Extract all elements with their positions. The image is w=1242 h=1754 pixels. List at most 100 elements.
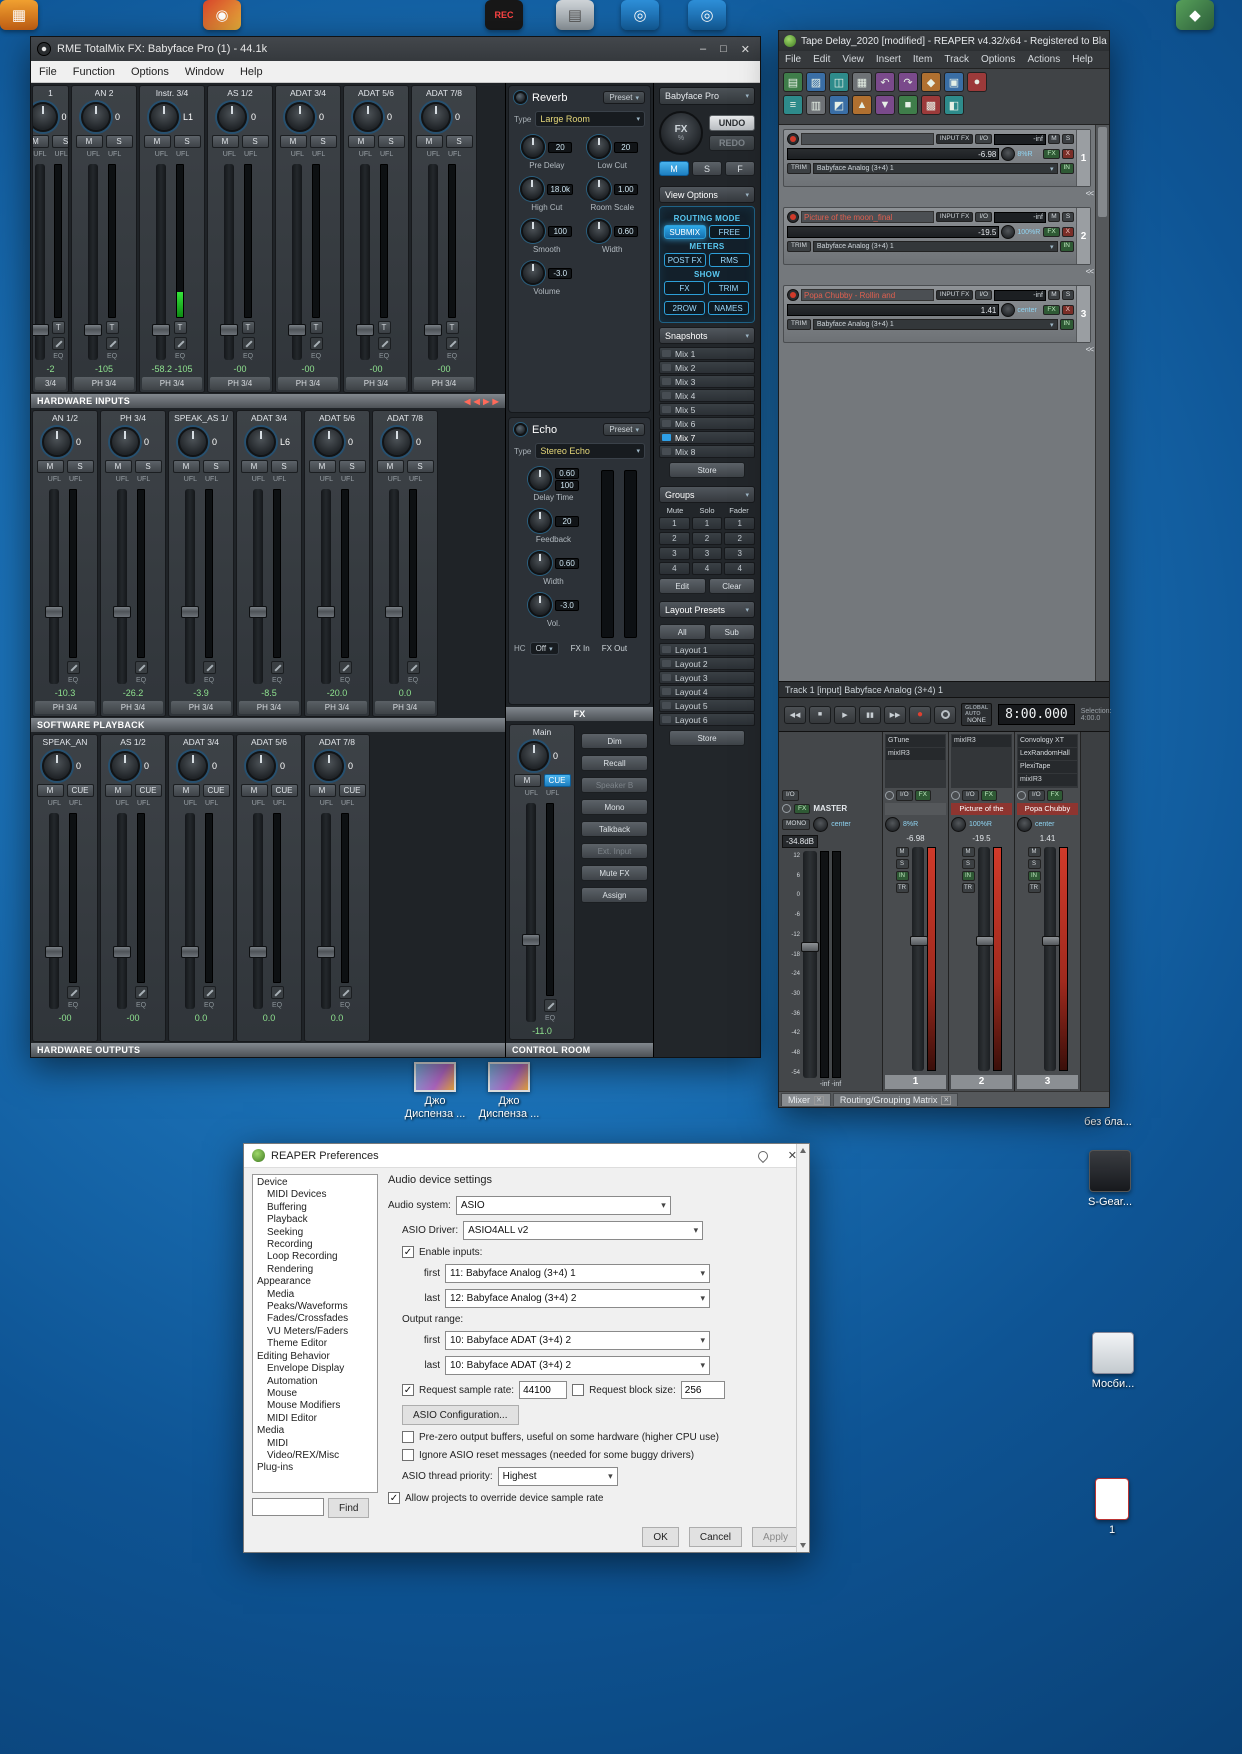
fader-handle[interactable]: [975, 936, 994, 947]
control-room-button[interactable]: Mono: [581, 799, 648, 815]
block-size-input[interactable]: [680, 1381, 725, 1399]
toolbar-button[interactable]: ▨: [806, 72, 826, 92]
volume-fader[interactable]: -19.5: [787, 226, 1000, 238]
fx-button[interactable]: FX: [1043, 226, 1060, 238]
layout-preset-item[interactable]: Layout 1: [659, 643, 755, 656]
mute-button[interactable]: M: [172, 784, 200, 798]
mute-button[interactable]: M: [143, 135, 171, 148]
echo-type-select[interactable]: Stereo Echo ▾: [535, 443, 645, 459]
preferences-category[interactable]: Editing Behavior: [255, 1351, 361, 1363]
preferences-category[interactable]: Playback: [255, 1214, 361, 1226]
strip-fader[interactable]: [1041, 846, 1060, 1071]
snapshot-item[interactable]: Mix 2: [659, 361, 755, 374]
echo-preset-button[interactable]: Preset ▾: [603, 423, 645, 436]
channel-fader[interactable]: [181, 813, 199, 1010]
all-button[interactable]: All: [659, 624, 706, 640]
fader-handle[interactable]: [356, 324, 374, 337]
fx-button[interactable]: FX: [1043, 148, 1060, 160]
output-assignment[interactable]: PH 3/4: [278, 376, 338, 390]
settings-icon[interactable]: [134, 986, 148, 1000]
gain-knob[interactable]: [217, 102, 247, 132]
input-fx-button[interactable]: INPUT FX: [935, 133, 974, 145]
fader-handle[interactable]: [181, 606, 199, 619]
master-strip[interactable]: I/O FX MASTER MONO center -34.8dB 12 6 0 -6 -1…: [779, 732, 883, 1091]
control-room-button[interactable]: Mute FX: [581, 865, 648, 881]
settings-icon[interactable]: [309, 336, 323, 350]
toolbar-button[interactable]: ▩: [921, 95, 941, 115]
gain-knob[interactable]: [353, 102, 383, 132]
cue-button[interactable]: CUE: [338, 784, 366, 798]
solo-button[interactable]: S: [202, 459, 230, 473]
groups-header[interactable]: Groups ▾: [659, 486, 755, 503]
mute-button[interactable]: M: [104, 784, 132, 798]
echo-enable-icon[interactable]: [514, 423, 527, 436]
desktop-item[interactable]: Мосби...: [1078, 1332, 1148, 1390]
preferences-category[interactable]: Buffering: [255, 1202, 361, 1214]
monitor-button[interactable]: IN: [1027, 870, 1041, 881]
solo-button[interactable]: S: [961, 858, 975, 869]
desktop-icon[interactable]: REC: [485, 0, 523, 30]
clear-button[interactable]: Clear: [708, 578, 755, 594]
desktop-icon[interactable]: ◉: [203, 0, 241, 30]
master-fader[interactable]: [801, 851, 819, 1078]
channel-fader[interactable]: [317, 488, 335, 685]
pan-knob[interactable]: [885, 816, 900, 832]
mute-button[interactable]: M: [1048, 133, 1060, 145]
fader-handle[interactable]: [45, 606, 63, 619]
last-input-select[interactable]: 12: Babyface Analog (3+4) 2: [445, 1289, 710, 1308]
pan-knob[interactable]: [951, 816, 966, 832]
mixer-strip-3[interactable]: Convology XT LexRandomHall PlexiTape mixIR3…: [1015, 732, 1081, 1091]
asio-configuration-button[interactable]: ASIO Configuration...: [402, 1405, 519, 1425]
transport-button[interactable]: ■: [809, 705, 831, 724]
channel-fader[interactable]: [33, 164, 49, 360]
fx-knob[interactable]: [521, 219, 546, 243]
mute-button[interactable]: M: [36, 459, 64, 473]
group-button[interactable]: 2: [659, 532, 690, 545]
monitor-button[interactable]: IN: [1059, 241, 1074, 252]
section-bar-software-playback[interactable]: SOFTWARE PLAYBACK: [31, 718, 505, 733]
channel-fader[interactable]: [84, 164, 102, 360]
channel-fader[interactable]: [45, 488, 63, 685]
settings-icon[interactable]: [66, 986, 80, 1000]
group-button[interactable]: 1: [691, 517, 723, 530]
gain-knob[interactable]: [33, 102, 58, 132]
gain-knob[interactable]: [42, 751, 72, 782]
solo-button[interactable]: S: [134, 459, 162, 473]
fx-knob[interactable]: [528, 509, 552, 533]
gain-knob[interactable]: [110, 751, 140, 782]
power-icon[interactable]: [1017, 790, 1026, 800]
toolbar-button[interactable]: ●: [967, 72, 987, 92]
group-button[interactable]: 4: [691, 562, 723, 575]
power-icon[interactable]: [951, 790, 960, 800]
gain-knob[interactable]: [285, 102, 315, 132]
first-input-select[interactable]: 11: Babyface Analog (3+4) 1: [445, 1264, 710, 1283]
routing-mode-button[interactable]: SUBMIX: [664, 225, 706, 239]
toolbar-button[interactable]: ↷: [898, 72, 918, 92]
gain-knob[interactable]: [178, 426, 208, 457]
solo-button[interactable]: S: [445, 135, 473, 148]
gain-knob[interactable]: [314, 426, 344, 457]
preferences-category[interactable]: Device: [255, 1177, 361, 1189]
desktop-file[interactable]: Джо Диспенза ...: [478, 1062, 540, 1120]
preferences-category[interactable]: Theme Editor: [255, 1338, 361, 1350]
solo-button[interactable]: S: [895, 858, 909, 869]
menu-item[interactable]: Help: [1066, 54, 1099, 65]
fx-knob[interactable]: [528, 551, 552, 575]
maximize-button[interactable]: □: [720, 43, 727, 56]
preferences-category[interactable]: VU Meters/Faders: [255, 1326, 361, 1338]
io-button[interactable]: I/O: [782, 790, 799, 801]
sample-rate-input[interactable]: [519, 1381, 568, 1399]
request-sample-rate-checkbox[interactable]: [402, 1384, 414, 1396]
channel-fader[interactable]: [249, 813, 267, 1010]
snapshots-header[interactable]: Snapshots ▾: [659, 327, 755, 344]
preferences-category[interactable]: MIDI Editor: [255, 1413, 361, 1425]
mute-button[interactable]: M: [961, 846, 975, 857]
group-button[interactable]: 4: [724, 562, 756, 575]
fader-handle[interactable]: [113, 946, 131, 959]
docker-tab[interactable]: Mixer ✕: [781, 1093, 831, 1106]
control-room-button[interactable]: Assign: [581, 887, 648, 903]
trim-button[interactable]: TR: [1027, 882, 1041, 893]
output-assignment[interactable]: PH 3/4: [307, 701, 367, 715]
preferences-category[interactable]: MIDI Devices: [255, 1189, 361, 1201]
track-panel[interactable]: Popa Chubby - Rollin and INPUT FX I/O -i…: [783, 285, 1091, 343]
